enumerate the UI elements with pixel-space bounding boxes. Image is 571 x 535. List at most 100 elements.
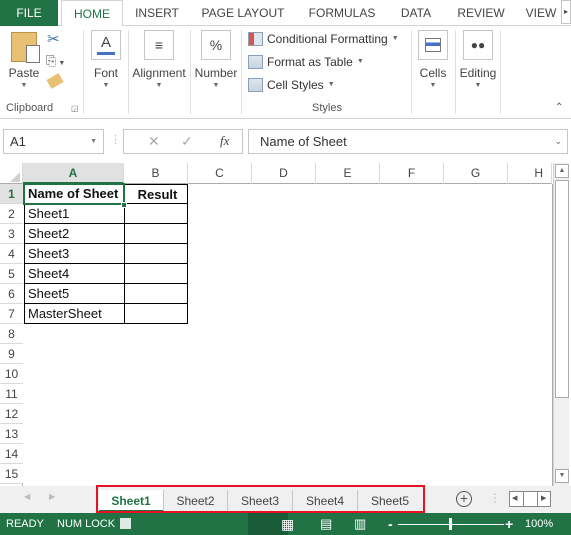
tab-scroll-right-icon[interactable]: ▸ xyxy=(561,0,571,24)
page-break-view-icon[interactable]: ▥ xyxy=(354,513,366,535)
cell-b6[interactable] xyxy=(124,284,188,304)
worksheet-grid[interactable]: Result Sheet1 Sheet2 Sheet3 Sheet4 Sheet… xyxy=(23,183,553,486)
scroll-up-icon[interactable]: ▲ xyxy=(555,164,569,178)
cancel-icon[interactable]: ✕ xyxy=(148,133,160,150)
row-header[interactable]: 8 xyxy=(0,324,23,344)
cell-styles-button[interactable]: Cell Styles ▼ xyxy=(248,75,335,95)
cell-a2[interactable]: Sheet1 xyxy=(24,204,125,224)
column-header-f[interactable]: F xyxy=(380,163,444,184)
normal-view-icon[interactable]: ▦ xyxy=(281,513,294,535)
tab-view[interactable]: VIEW xyxy=(521,0,561,26)
cell-b7[interactable] xyxy=(124,304,188,324)
row-header[interactable]: 14 xyxy=(0,444,23,464)
cells-label: Cells xyxy=(419,66,447,80)
cell-styles-label: Cell Styles xyxy=(267,78,324,92)
tab-page-layout[interactable]: PAGE LAYOUT xyxy=(193,0,293,26)
cut-icon[interactable]: ✂ xyxy=(47,30,60,48)
vertical-scrollbar[interactable]: ▲ ▼ xyxy=(553,163,569,486)
clipboard-group-label: Clipboard xyxy=(6,102,54,114)
scroll-down-icon[interactable]: ▼ xyxy=(555,469,569,483)
row-header[interactable]: 6 xyxy=(0,284,23,304)
row-header[interactable]: 15 xyxy=(0,464,23,484)
row-header[interactable]: 13 xyxy=(0,424,23,444)
alignment-button[interactable]: ≡ Alignment ▼ xyxy=(131,30,187,89)
next-sheet-icon[interactable]: ▶ xyxy=(49,492,55,501)
cell-b5[interactable] xyxy=(124,264,188,284)
tab-file[interactable]: FILE xyxy=(0,0,58,26)
insert-function-icon[interactable]: fx xyxy=(220,133,229,149)
row-header[interactable]: 1 xyxy=(0,184,23,204)
chevron-down-icon: ▼ xyxy=(429,82,437,89)
fill-handle[interactable] xyxy=(121,202,127,208)
cell-a6[interactable]: Sheet5 xyxy=(24,284,125,304)
formula-input[interactable]: Name of Sheet ⌄ xyxy=(248,129,568,154)
cell-a4[interactable]: Sheet3 xyxy=(24,244,125,264)
zoom-level[interactable]: 100% xyxy=(525,513,553,535)
cells-button[interactable]: Cells ▼ xyxy=(416,30,450,89)
font-button[interactable]: A Font ▼ xyxy=(89,30,123,89)
copy-icon[interactable]: ⎘ ▼ xyxy=(46,53,65,69)
row-header[interactable]: 2 xyxy=(0,204,23,224)
column-header-e[interactable]: E xyxy=(316,163,380,184)
horizontal-scrollbar[interactable]: ◀ ▶ xyxy=(509,491,551,507)
zoom-in-icon[interactable]: + xyxy=(505,513,513,535)
scroll-right-icon[interactable]: ▶ xyxy=(541,494,546,502)
page-layout-view-icon[interactable]: ▤ xyxy=(320,513,332,535)
cell-a5[interactable]: Sheet4 xyxy=(24,264,125,284)
chevron-down-icon[interactable]: ▼ xyxy=(90,130,97,153)
dialog-launcher-icon[interactable]: ◲ xyxy=(71,104,79,113)
format-as-table-button[interactable]: Format as Table ▼ xyxy=(248,52,364,72)
expand-formula-icon[interactable]: ⌄ xyxy=(554,130,562,153)
macro-record-icon[interactable] xyxy=(120,518,131,529)
row-header[interactable]: 7 xyxy=(0,304,23,324)
prev-sheet-icon[interactable]: ◀ xyxy=(24,492,30,501)
column-header-g[interactable]: G xyxy=(444,163,508,184)
cell-b3[interactable] xyxy=(124,224,188,244)
name-box-value: A1 xyxy=(10,134,26,149)
cell-a7[interactable]: MasterSheet xyxy=(24,304,125,324)
format-painter-icon[interactable] xyxy=(46,73,64,89)
scroll-thumb[interactable] xyxy=(555,180,569,398)
cell-b2[interactable] xyxy=(124,204,188,224)
column-header-a[interactable]: A xyxy=(23,163,124,184)
column-header-c[interactable]: C xyxy=(188,163,252,184)
zoom-out-icon[interactable]: - xyxy=(388,513,393,535)
paste-button[interactable]: Paste ▼ xyxy=(6,32,42,89)
column-header-h[interactable]: H xyxy=(508,163,552,184)
name-box[interactable]: A1 ▼ xyxy=(3,129,104,154)
tab-formulas[interactable]: FORMULAS xyxy=(302,0,382,26)
resize-handle-icon[interactable]: ⋮ xyxy=(110,133,121,146)
font-label: Font xyxy=(93,66,118,80)
cell-a1-selected[interactable]: Name of Sheet xyxy=(23,183,125,205)
tab-data[interactable]: DATA xyxy=(391,0,441,26)
scroll-left-icon[interactable]: ◀ xyxy=(512,494,517,502)
tab-insert[interactable]: INSERT xyxy=(128,0,186,26)
enter-icon[interactable]: ✓ xyxy=(181,133,193,150)
row-header[interactable]: 12 xyxy=(0,404,23,424)
zoom-slider-thumb[interactable] xyxy=(449,518,452,530)
row-header[interactable]: 11 xyxy=(0,384,23,404)
tab-review[interactable]: REVIEW xyxy=(451,0,511,26)
formula-value: Name of Sheet xyxy=(260,134,347,149)
ribbon-tab-bar: FILE HOME INSERT PAGE LAYOUT FORMULAS DA… xyxy=(0,0,571,27)
number-button[interactable]: % Number ▼ xyxy=(192,30,240,89)
cell-b1[interactable]: Result xyxy=(124,184,188,204)
cell-b4[interactable] xyxy=(124,244,188,264)
row-header[interactable]: 5 xyxy=(0,264,23,284)
row-header[interactable]: 10 xyxy=(0,364,23,384)
new-sheet-icon[interactable]: + xyxy=(456,491,472,507)
select-all-button[interactable] xyxy=(0,163,23,184)
row-header[interactable]: 3 xyxy=(0,224,23,244)
column-header-b[interactable]: B xyxy=(124,163,188,184)
ribbon: Paste ▼ ✂ ⎘ ▼ Clipboard ◲ A Font ▼ ≡ Ali… xyxy=(0,26,571,119)
split-handle-icon[interactable]: ⋮ xyxy=(489,491,501,505)
collapse-ribbon-icon[interactable]: ⌃ xyxy=(555,102,563,113)
editing-button[interactable]: ●● Editing ▼ xyxy=(458,30,498,89)
conditional-formatting-button[interactable]: Conditional Formatting ▼ xyxy=(248,29,399,49)
cell-a3[interactable]: Sheet2 xyxy=(24,224,125,244)
row-header[interactable]: 4 xyxy=(0,244,23,264)
row-header[interactable]: 9 xyxy=(0,344,23,364)
tab-home[interactable]: HOME xyxy=(61,0,123,27)
format-as-table-label: Format as Table xyxy=(267,55,353,69)
column-header-d[interactable]: D xyxy=(252,163,316,184)
